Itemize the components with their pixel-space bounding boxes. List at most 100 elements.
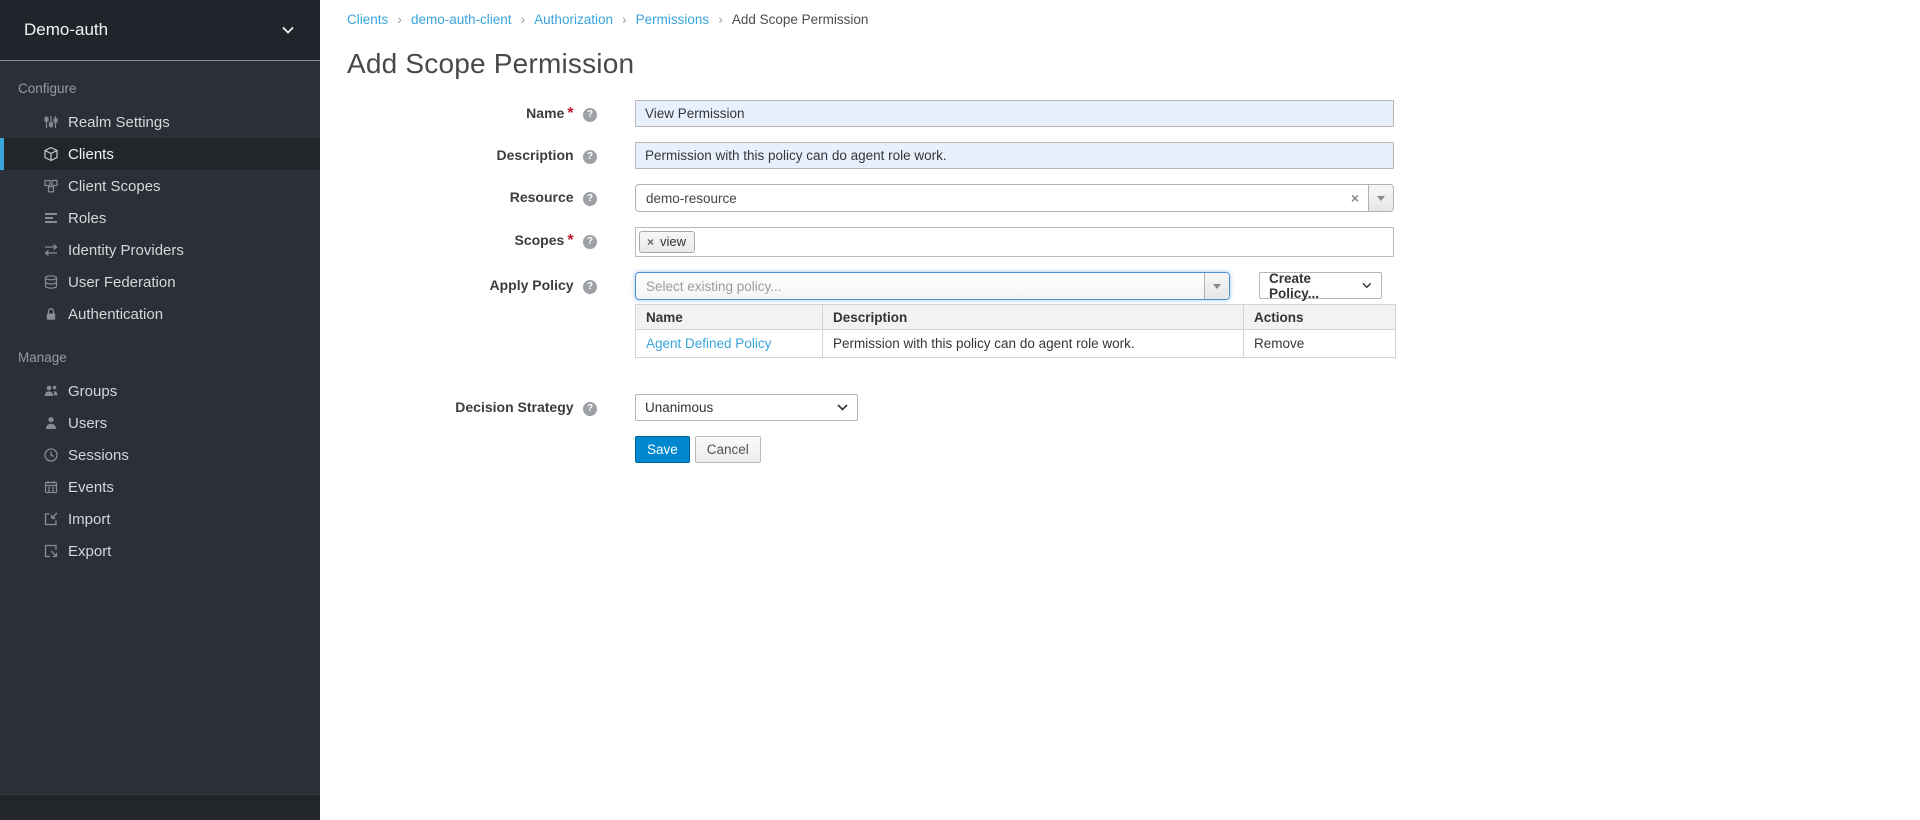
sliders-icon	[42, 114, 59, 131]
sidebar-item-realm-settings[interactable]: Realm Settings	[0, 106, 320, 138]
breadcrumb-permissions[interactable]: Permissions	[636, 12, 710, 27]
breadcrumb-authorization[interactable]: Authorization	[534, 12, 613, 27]
policies-table: Name Description Actions Agent Defined P…	[635, 304, 1396, 358]
form-row-scopes: Scopes* ? × view	[347, 227, 1920, 257]
main-content: Clients › demo-auth-client › Authorizati…	[320, 0, 1920, 820]
form-row-apply-policy: Apply Policy ? Select existing policy...…	[347, 272, 1920, 358]
column-header-actions: Actions	[1244, 305, 1396, 330]
sidebar-item-import[interactable]: Import	[0, 503, 320, 535]
help-icon[interactable]: ?	[583, 280, 597, 294]
column-header-description: Description	[823, 305, 1244, 330]
sidebar-item-authentication[interactable]: Authentication	[0, 298, 320, 330]
description-label: Description	[497, 147, 574, 163]
sidebar-item-roles[interactable]: Roles	[0, 202, 320, 234]
chevron-down-icon[interactable]	[1368, 185, 1393, 211]
cubes-icon	[42, 178, 59, 195]
table-row: Agent Defined Policy Permission with thi…	[636, 330, 1396, 358]
form-row-decision-strategy: Decision Strategy ? Unanimous	[347, 394, 1920, 421]
remove-policy-button[interactable]: Remove	[1254, 336, 1304, 351]
clock-icon	[42, 447, 59, 464]
resource-label: Resource	[510, 189, 574, 205]
breadcrumb-separator: ›	[521, 11, 526, 27]
create-policy-select[interactable]: Create Policy...	[1259, 272, 1382, 299]
cube-icon	[42, 146, 59, 163]
form-row-name: Name* ?	[347, 100, 1920, 127]
resource-select[interactable]: demo-resource ×	[635, 184, 1394, 212]
breadcrumb-current: Add Scope Permission	[732, 12, 869, 27]
nav-manage: Groups Users Sessions Events Import Expo…	[0, 375, 320, 567]
policy-description: Permission with this policy can do agent…	[823, 330, 1244, 358]
save-button[interactable]: Save	[635, 436, 690, 463]
help-icon[interactable]: ?	[583, 108, 597, 122]
user-icon	[42, 415, 59, 432]
decision-strategy-label: Decision Strategy	[455, 399, 573, 415]
scopes-input[interactable]: × view	[635, 227, 1394, 257]
form-row-resource: Resource ? demo-resource ×	[347, 184, 1920, 212]
add-scope-permission-form: Name* ? Description ?	[347, 100, 1920, 463]
scope-tag-view: × view	[639, 231, 695, 253]
realm-name: Demo-auth	[24, 20, 108, 40]
sidebar-item-export[interactable]: Export	[0, 535, 320, 567]
sidebar-item-groups[interactable]: Groups	[0, 375, 320, 407]
help-icon[interactable]: ?	[583, 192, 597, 206]
name-input[interactable]	[635, 100, 1394, 127]
scope-tag-label: view	[660, 234, 686, 249]
app-window: Demo-auth Configure Realm Settings Clien…	[0, 0, 1920, 820]
breadcrumb-clients[interactable]: Clients	[347, 12, 388, 27]
section-label-configure: Configure	[0, 61, 320, 106]
page-title: Add Scope Permission	[347, 48, 1920, 80]
name-label: Name	[526, 105, 564, 121]
required-marker: *	[567, 105, 573, 122]
sidebar: Demo-auth Configure Realm Settings Clien…	[0, 0, 320, 820]
resource-selected-value: demo-resource	[636, 191, 1342, 206]
sidebar-item-identity-providers[interactable]: Identity Providers	[0, 234, 320, 266]
chevron-down-icon	[1362, 282, 1372, 289]
apply-policy-select[interactable]: Select existing policy...	[635, 272, 1230, 300]
policy-link[interactable]: Agent Defined Policy	[646, 336, 771, 351]
remove-tag-icon[interactable]: ×	[647, 235, 654, 249]
list-icon	[42, 210, 59, 227]
column-header-name: Name	[636, 305, 823, 330]
section-label-manage: Manage	[0, 330, 320, 375]
chevron-down-icon[interactable]	[1204, 273, 1229, 299]
lock-icon	[42, 306, 59, 323]
exchange-icon	[42, 242, 59, 259]
sidebar-item-client-scopes[interactable]: Client Scopes	[0, 170, 320, 202]
description-input[interactable]	[635, 142, 1394, 169]
sidebar-item-sessions[interactable]: Sessions	[0, 439, 320, 471]
sidebar-item-events[interactable]: Events	[0, 471, 320, 503]
chevron-down-icon	[282, 26, 294, 34]
breadcrumb-separator: ›	[397, 11, 402, 27]
cancel-button[interactable]: Cancel	[695, 436, 761, 463]
breadcrumb-separator: ›	[718, 11, 723, 27]
calendar-icon	[42, 479, 59, 496]
import-icon	[42, 511, 59, 528]
export-icon	[42, 543, 59, 560]
apply-policy-placeholder: Select existing policy...	[636, 279, 1204, 294]
required-marker: *	[567, 232, 573, 249]
form-row-description: Description ?	[347, 142, 1920, 169]
sidebar-item-user-federation[interactable]: User Federation	[0, 266, 320, 298]
apply-policy-label: Apply Policy	[490, 277, 574, 293]
breadcrumb-separator: ›	[622, 11, 627, 27]
help-icon[interactable]: ?	[583, 235, 597, 249]
form-row-buttons: Save Cancel	[347, 436, 1920, 463]
breadcrumb-demo-auth-client[interactable]: demo-auth-client	[411, 12, 512, 27]
help-icon[interactable]: ?	[583, 402, 597, 416]
chevron-down-icon	[837, 404, 848, 411]
breadcrumb: Clients › demo-auth-client › Authorizati…	[347, 11, 1920, 27]
nav-configure: Realm Settings Clients Client Scopes Rol…	[0, 106, 320, 330]
scopes-label: Scopes	[515, 232, 565, 248]
clear-icon[interactable]: ×	[1342, 190, 1368, 206]
sidebar-footer	[0, 794, 320, 820]
sidebar-item-clients[interactable]: Clients	[0, 138, 320, 170]
database-icon	[42, 274, 59, 291]
decision-strategy-select[interactable]: Unanimous	[635, 394, 858, 421]
create-policy-label: Create Policy...	[1269, 271, 1352, 301]
help-icon[interactable]: ?	[583, 150, 597, 164]
sidebar-item-users[interactable]: Users	[0, 407, 320, 439]
users-icon	[42, 383, 59, 400]
table-header-row: Name Description Actions	[636, 305, 1396, 330]
realm-selector[interactable]: Demo-auth	[0, 0, 320, 61]
decision-strategy-value: Unanimous	[645, 400, 713, 415]
